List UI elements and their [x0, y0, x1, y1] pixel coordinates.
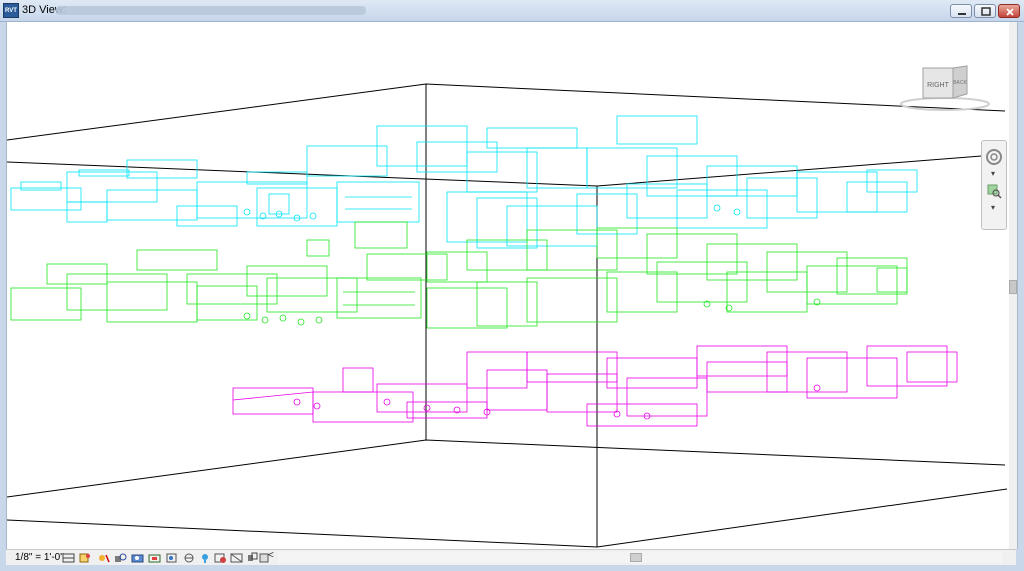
unlock-3d-icon[interactable]	[182, 551, 195, 563]
lower-level-furniture	[232, 345, 958, 427]
reveal-hidden-icon[interactable]	[214, 551, 227, 563]
viewcube-back-face[interactable]: BACK	[953, 80, 967, 86]
horizontal-scroll-thumb[interactable]	[630, 553, 642, 562]
view-scale[interactable]: 1/8" = 1'-0"	[15, 552, 64, 563]
view-control-bar: 1/8" = 1'-0" <	[6, 549, 1016, 565]
zoom-icon[interactable]	[984, 181, 1004, 201]
detail-level-icon[interactable]	[62, 551, 75, 563]
blurred-file-name	[56, 6, 366, 15]
scroll-left-button[interactable]: <	[268, 550, 274, 561]
steering-wheel-dropdown-icon[interactable]: ▾	[991, 169, 995, 178]
vertical-scroll-thumb[interactable]	[1009, 280, 1017, 294]
rendering-icon[interactable]	[131, 551, 144, 563]
shadows-icon[interactable]	[114, 551, 127, 563]
horizontal-scrollbar[interactable]	[278, 552, 1002, 563]
model-drawing	[7, 83, 1008, 548]
steering-wheel-icon[interactable]	[984, 147, 1004, 167]
navigation-bar: ▾ ▾	[981, 140, 1007, 230]
zoom-dropdown-icon[interactable]: ▾	[991, 203, 995, 212]
crop-view-icon[interactable]	[148, 551, 161, 563]
close-button[interactable]	[998, 4, 1020, 18]
viewcube[interactable]: RIGHT BACK	[899, 64, 993, 112]
sun-path-icon[interactable]	[97, 551, 110, 563]
middle-level-furniture	[10, 221, 908, 329]
visual-style-icon[interactable]	[78, 551, 91, 563]
show-crop-icon[interactable]	[165, 551, 178, 563]
maximize-button[interactable]	[974, 4, 996, 18]
vertical-scrollbar[interactable]	[1009, 22, 1017, 549]
revit-file-icon: RVT	[3, 3, 19, 18]
window-frame-bottom	[0, 565, 1024, 571]
minimize-button[interactable]	[950, 4, 972, 18]
3d-viewport[interactable]: RIGHT BACK ▾ ▾	[6, 22, 1018, 549]
title-bar: RVT 3D View:	[0, 0, 1024, 22]
analytical-model-icon[interactable]	[230, 551, 243, 563]
temporary-hide-icon[interactable]	[199, 551, 212, 563]
viewcube-right-face[interactable]: RIGHT	[927, 82, 950, 89]
upper-level-furniture	[10, 115, 918, 249]
